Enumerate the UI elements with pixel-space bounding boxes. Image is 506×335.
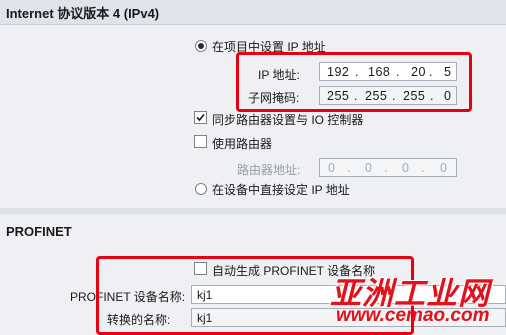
ipv4-section-header: Internet 协议版本 4 (IPv4) bbox=[0, 0, 506, 25]
profinet-section-title: PROFINET bbox=[6, 224, 72, 239]
radio-set-ip-on-device-label: 在设备中直接设定 IP 地址 bbox=[212, 183, 350, 197]
sync-router-label: 同步路由器设置与 IO 控制器 bbox=[212, 113, 364, 127]
sync-router-checkbox[interactable] bbox=[194, 111, 207, 124]
router-address-field[interactable]: 0 . 0 . 0 . 0 bbox=[319, 158, 457, 177]
router-octet-4: 0 bbox=[440, 161, 448, 175]
use-router-checkbox[interactable] bbox=[194, 135, 207, 148]
radio-set-ip-on-device[interactable] bbox=[195, 183, 207, 195]
section-separator bbox=[0, 208, 506, 214]
use-router-label: 使用路由器 bbox=[212, 137, 273, 151]
ip-highlight-box bbox=[236, 52, 472, 112]
router-octet-3: 0 bbox=[402, 161, 410, 175]
ipv4-section-title: Internet 协议版本 4 (IPv4) bbox=[6, 6, 160, 21]
router-octet-2: 0 bbox=[365, 161, 373, 175]
checkmark-icon bbox=[196, 113, 205, 122]
radio-set-ip-in-project[interactable] bbox=[195, 40, 207, 52]
router-address-label: 路由器地址: bbox=[237, 163, 301, 177]
watermark-url: www.cemao.com bbox=[336, 305, 490, 326]
router-octet-1: 0 bbox=[328, 161, 336, 175]
